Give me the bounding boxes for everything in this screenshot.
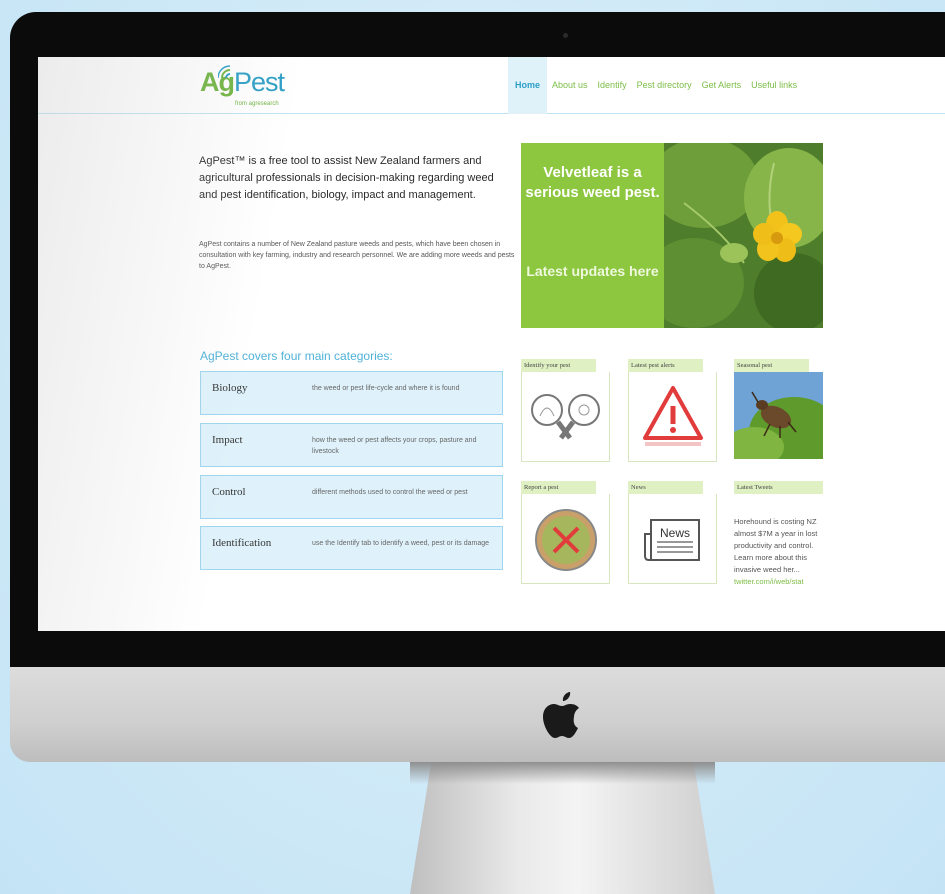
tile-latest-alerts[interactable]: Latest pest alerts [628,359,717,462]
category-biology[interactable]: Biology the weed or pest life-cycle and … [200,371,503,415]
tile-image [724,372,839,467]
tweet-text: Horehound is costing NZ almost $7M a yea… [734,517,818,574]
tile-image [521,494,610,584]
intro-lead: AgPest™ is a free tool to assist New Zea… [199,155,494,201]
tile-label: Report a pest [521,481,596,494]
tile-label: Latest Tweets [734,481,823,494]
tweet-link[interactable]: twitter.com/i/web/stat [734,576,824,588]
news-icon-text: News [660,526,690,540]
tile-label: News [628,481,703,494]
tile-image: News [628,494,717,584]
tile-report-pest[interactable]: Report a pest [521,481,610,584]
logo-subtitle: from agresearch [235,101,279,107]
main-nav: Home About us Identify Pest directory Ge… [508,57,802,114]
tile-image [628,372,717,462]
warning-triangle-icon [643,386,703,446]
banner-title: Velvetleaf is a serious weed pest. [525,164,660,201]
category-name: Impact [212,434,243,446]
report-pest-icon [535,509,597,571]
velvetleaf-photo [664,143,823,328]
magnifying-glasses-icon [531,394,600,440]
banner-text-panel: Velvetleaf is a serious weed pest. Lates… [521,143,664,328]
category-name: Biology [212,382,248,394]
velvetleaf-banner[interactable]: Velvetleaf is a serious weed pest. Lates… [521,143,823,328]
tile-latest-tweets[interactable]: Latest Tweets [734,481,823,494]
categories-heading: AgPest covers four main categories: [200,349,393,363]
category-desc: use the Identify tab to identify a weed,… [312,540,490,547]
apple-logo-icon [543,692,579,738]
camera-dot [563,33,568,38]
stand-shadow [410,762,715,784]
tile-news[interactable]: News News [628,481,717,584]
newspaper-icon: News [644,519,700,561]
category-name: Control [212,486,246,498]
tile-identify-pest[interactable]: Identify your pest [521,359,610,462]
category-name: Identification [212,537,272,549]
tweet: Horehound is costing NZ almost $7M a yea… [734,516,831,588]
weevil-photo [724,372,839,467]
tile-label: Identify your pest [521,359,596,372]
tile-label: Seasonal pest [734,359,809,372]
category-identification[interactable]: Identification use the Identify tab to i… [200,526,503,570]
category-impact[interactable]: Impact how the weed or pest affects your… [200,423,503,467]
category-desc: different methods used to control the we… [312,489,468,496]
intro-body: AgPest contains a number of New Zealand … [199,241,515,270]
category-desc: the weed or pest life-cycle and where it… [312,385,460,392]
category-control[interactable]: Control different methods used to contro… [200,475,503,519]
nav-pest-directory[interactable]: Pest directory [632,57,697,114]
nav-useful-links[interactable]: Useful links [746,57,802,114]
nav-home[interactable]: Home [508,57,548,114]
screen: AgPest from agresearch Home About us Ide… [38,57,945,631]
nav-about-us[interactable]: About us [547,57,593,114]
agpest-logo[interactable]: AgPest from agresearch [200,65,285,107]
monitor-chin [10,667,945,762]
signal-waves-icon [218,65,231,79]
nav-get-alerts[interactable]: Get Alerts [697,57,747,114]
category-desc: how the weed or pest affects your crops,… [312,437,477,455]
site-header: AgPest from agresearch Home About us Ide… [38,57,945,114]
tile-image [521,372,610,462]
tile-label: Latest pest alerts [628,359,703,372]
banner-cta[interactable]: Latest updates here [521,261,664,281]
tile-seasonal-pest[interactable]: Seasonal pest [724,359,839,467]
nav-identify[interactable]: Identify [593,57,632,114]
